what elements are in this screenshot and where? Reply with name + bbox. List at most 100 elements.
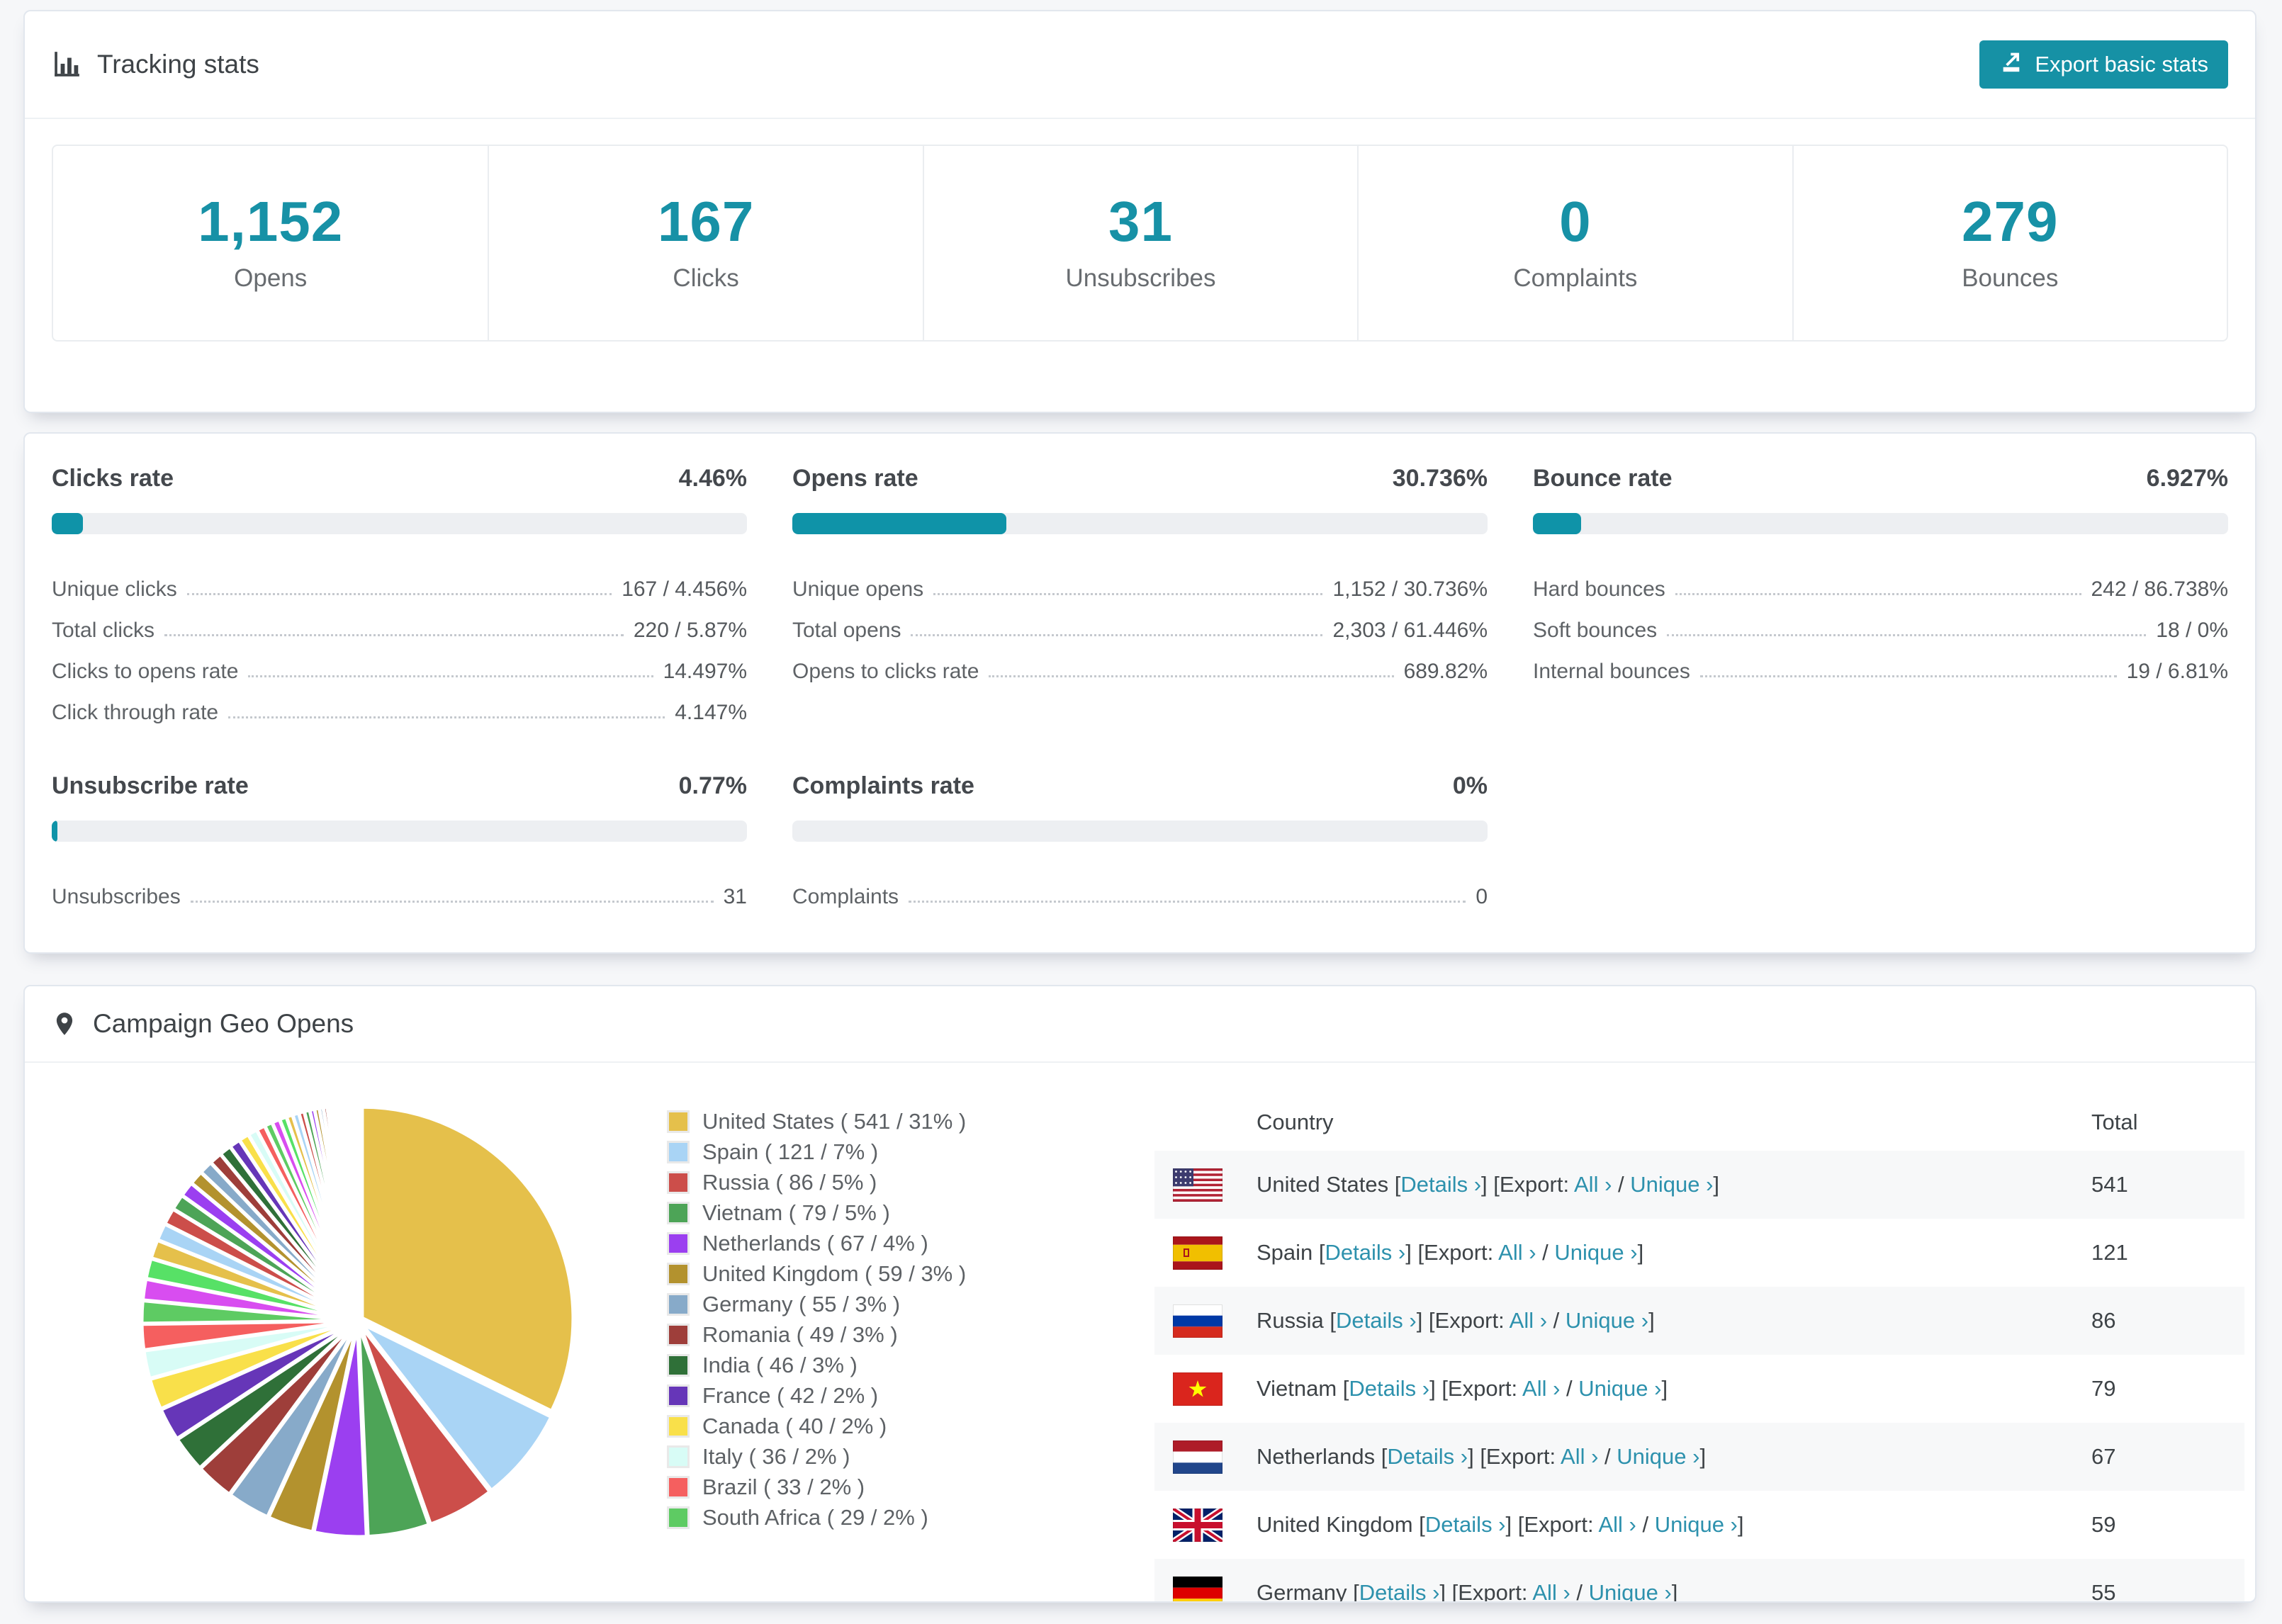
russia-flag-icon (1173, 1304, 1222, 1338)
export-basic-stats-button[interactable]: Export basic stats (1979, 40, 2228, 89)
legend-item-spain[interactable]: Spain ( 121 / 7% ) (667, 1139, 966, 1164)
rate-detail-label: Soft bounces (1533, 619, 1658, 642)
dotted-leader (1699, 675, 2117, 677)
legend-label: India ( 46 / 3% ) (702, 1353, 858, 1377)
legend-label: Romania ( 49 / 3% ) (702, 1322, 898, 1347)
legend-item-united-states[interactable]: United States ( 541 / 31% ) (667, 1109, 966, 1134)
legend-item-india[interactable]: India ( 46 / 3% ) (667, 1353, 966, 1377)
stat-clicks: 167 Clicks (488, 146, 922, 340)
flag-cell (1173, 1372, 1257, 1406)
rate-detail-value: 0 (1476, 885, 1488, 908)
rate-progress-bar (792, 513, 1488, 534)
rate-title: Opens rate (792, 465, 918, 492)
rate-detail-label: Complaints (792, 885, 899, 908)
stat-value-complaints: 0 (1559, 190, 1592, 253)
rate-title-row-bounce-rate: Bounce rate 6.927% (1533, 466, 2228, 490)
geo-total-vietnam: 79 (2091, 1376, 2116, 1401)
export-all-link-united-states[interactable]: All › (1574, 1172, 1612, 1197)
campaign-stats-page: Tracking stats Export basic stats 1,152 O… (0, 0, 2282, 1624)
details-link-netherlands[interactable]: Details › (1387, 1444, 1468, 1469)
export-all-link-vietnam[interactable]: All › (1522, 1376, 1560, 1401)
stat-unsubscribes: 31 Unsubscribes (922, 146, 1357, 340)
rate-value: 30.736% (1392, 465, 1488, 492)
export-unique-link-united-kingdom[interactable]: Unique › (1655, 1512, 1738, 1537)
export-unique-link-united-states[interactable]: Unique › (1630, 1172, 1713, 1197)
united-states-flag-icon (1173, 1168, 1222, 1202)
export-all-link-united-kingdom[interactable]: All › (1598, 1512, 1636, 1537)
tracking-stats-card: Tracking stats Export basic stats 1,152 O… (23, 10, 2256, 413)
rate-detail-label: Internal bounces (1533, 660, 1690, 683)
details-link-united-kingdom[interactable]: Details › (1425, 1512, 1506, 1537)
geo-row-netherlands: Netherlands [Details ›] [Export: All › /… (1154, 1423, 2244, 1491)
export-all-link-spain[interactable]: All › (1498, 1240, 1536, 1265)
dotted-leader (164, 634, 624, 636)
legend-item-united-kingdom[interactable]: United Kingdom ( 59 / 3% ) (667, 1261, 966, 1286)
legend-item-vietnam[interactable]: Vietnam ( 79 / 5% ) (667, 1200, 966, 1225)
legend-item-italy[interactable]: Italy ( 36 / 2% ) (667, 1444, 966, 1469)
geo-legend: United States ( 541 / 31% ) Spain ( 121 /… (667, 1109, 966, 1530)
legend-swatch (667, 1506, 690, 1529)
geo-country-cell: Spain [Details ›] [Export: All › / Uniqu… (1257, 1240, 1644, 1265)
geo-total-spain: 121 (2091, 1240, 2128, 1265)
rate-detail-unique-opens: Unique opens 1,152 / 30.736% (792, 564, 1488, 605)
rate-title: Complaints rate (792, 772, 974, 799)
map-pin-icon (52, 1010, 77, 1038)
legend-item-russia[interactable]: Russia ( 86 / 5% ) (667, 1170, 966, 1195)
rate-detail-hard-bounces: Hard bounces 242 / 86.738% (1533, 564, 2228, 605)
legend-item-germany[interactable]: Germany ( 55 / 3% ) (667, 1292, 966, 1316)
vietnam-flag-icon (1173, 1372, 1222, 1406)
geo-row-vietnam: Vietnam [Details ›] [Export: All › / Uni… (1154, 1355, 2244, 1423)
details-link-germany[interactable]: Details › (1359, 1580, 1440, 1601)
rate-detail-value: 14.497% (663, 660, 747, 683)
legend-label: Italy ( 36 / 2% ) (702, 1444, 850, 1469)
legend-item-netherlands[interactable]: Netherlands ( 67 / 4% ) (667, 1231, 966, 1256)
export-all-link-germany[interactable]: All › (1532, 1580, 1570, 1601)
export-icon (1999, 50, 2023, 79)
details-link-vietnam[interactable]: Details › (1349, 1376, 1429, 1401)
legend-swatch (667, 1476, 690, 1499)
legend-item-brazil[interactable]: Brazil ( 33 / 2% ) (667, 1474, 966, 1499)
legend-label: Germany ( 55 / 3% ) (702, 1292, 901, 1316)
bar-chart-icon (52, 50, 82, 79)
export-unique-link-vietnam[interactable]: Unique › (1578, 1376, 1661, 1401)
pie-slice-other-47[interactable] (355, 1103, 360, 1316)
rate-progress-bar (1533, 513, 2228, 534)
details-link-united-states[interactable]: Details › (1400, 1172, 1481, 1197)
rate-detail-value: 2,303 / 61.446% (1332, 619, 1488, 642)
legend-item-south-africa[interactable]: South Africa ( 29 / 2% ) (667, 1505, 966, 1530)
rate-detail-internal-bounces: Internal bounces 19 / 6.81% (1533, 646, 2228, 687)
geo-table-country-header: Country (1257, 1110, 1334, 1134)
rate-detail-value: 31 (723, 885, 747, 908)
export-unique-link-spain[interactable]: Unique › (1554, 1240, 1637, 1265)
legend-label: South Africa ( 29 / 2% ) (702, 1505, 928, 1530)
flag-cell (1173, 1440, 1257, 1474)
export-all-link-netherlands[interactable]: All › (1561, 1444, 1598, 1469)
legend-label: France ( 42 / 2% ) (702, 1383, 879, 1408)
geo-total-united-kingdom: 59 (2091, 1512, 2116, 1537)
dotted-leader (933, 593, 1323, 595)
legend-item-canada[interactable]: Canada ( 40 / 2% ) (667, 1414, 966, 1438)
export-unique-link-russia[interactable]: Unique › (1566, 1308, 1648, 1333)
legend-label: Netherlands ( 67 / 4% ) (702, 1231, 928, 1256)
rate-title: Bounce rate (1533, 465, 1673, 492)
export-unique-link-netherlands[interactable]: Unique › (1617, 1444, 1699, 1469)
legend-swatch (667, 1354, 690, 1377)
geo-country-table: Country Total United States [Details ›] … (1154, 1094, 2244, 1601)
stat-label-bounces: Bounces (1962, 264, 2059, 292)
campaign-geo-title: Campaign Geo Opens (52, 1009, 354, 1039)
rate-detail-value: 167 / 4.456% (622, 577, 747, 601)
details-link-spain[interactable]: Details › (1325, 1240, 1406, 1265)
rate-detail-opens-to-clicks-rate: Opens to clicks rate 689.82% (792, 646, 1488, 687)
details-link-russia[interactable]: Details › (1336, 1308, 1417, 1333)
rates-card: Clicks rate 4.46% Unique clicks 167 / 4.456… (23, 432, 2256, 954)
geo-pie-svg[interactable] (131, 1094, 585, 1547)
rate-detail-clicks-to-opens-rate: Clicks to opens rate 14.497% (52, 646, 747, 687)
geo-country-cell: Russia [Details ›] [Export: All › / Uniq… (1257, 1308, 1655, 1333)
export-unique-link-germany[interactable]: Unique › (1589, 1580, 1672, 1601)
export-all-link-russia[interactable]: All › (1510, 1308, 1547, 1333)
geo-country-cell: Vietnam [Details ›] [Export: All › / Uni… (1257, 1376, 1668, 1401)
legend-item-romania[interactable]: Romania ( 49 / 3% ) (667, 1322, 966, 1347)
legend-item-france[interactable]: France ( 42 / 2% ) (667, 1383, 966, 1408)
rate-title-row-opens-rate: Opens rate 30.736% (792, 466, 1488, 490)
stat-value-unsubscribes: 31 (1108, 190, 1173, 253)
